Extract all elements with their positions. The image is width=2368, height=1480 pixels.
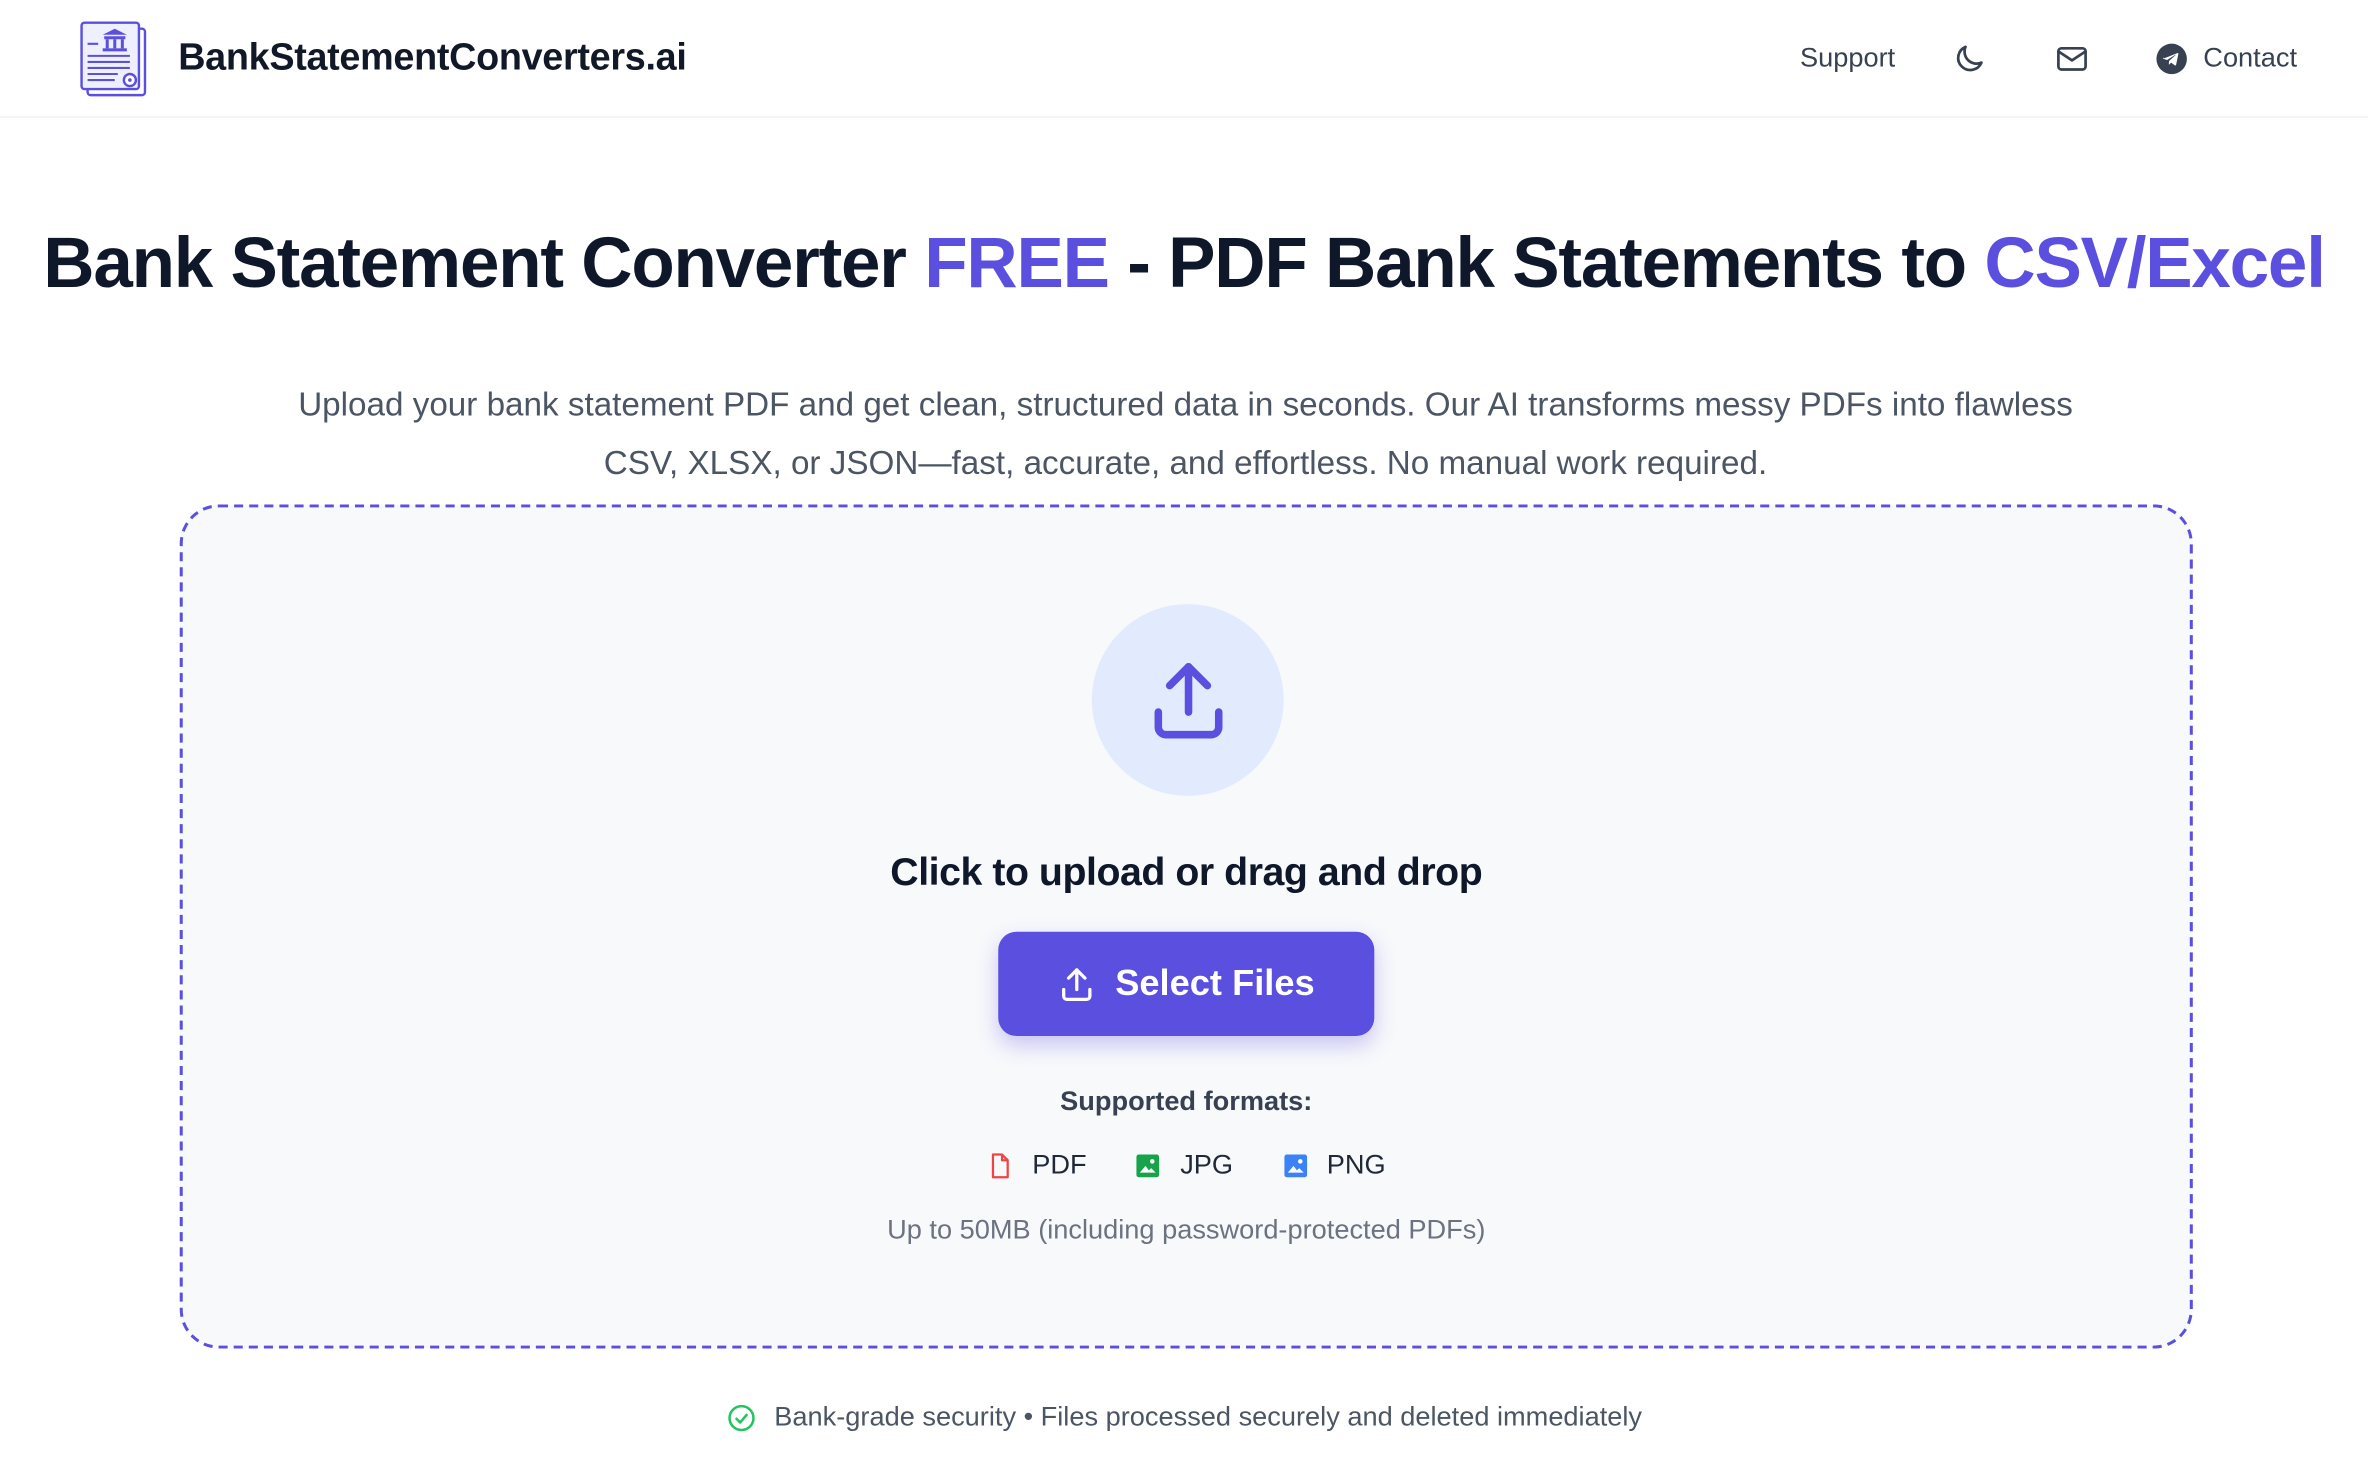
top-nav: Support Contact — [1800, 39, 2297, 78]
nav-support-link[interactable]: Support — [1800, 42, 1895, 74]
title-accent-csv-excel: CSV/Excel — [1984, 221, 2326, 303]
supported-formats-list: PDF JPG PNG — [183, 1149, 2190, 1181]
page-subtitle: Upload your bank statement PDF and get c… — [298, 385, 2073, 482]
format-png-label: PNG — [1326, 1149, 1386, 1180]
format-jpg: JPG — [1135, 1149, 1233, 1181]
telegram-icon — [2156, 42, 2187, 74]
moon-icon — [1956, 44, 1983, 71]
contact-label: Contact — [2203, 42, 2298, 73]
check-circle-icon — [727, 1404, 755, 1431]
contact-link[interactable]: Contact — [2155, 42, 2297, 75]
supported-formats-label: Supported formats: — [1060, 1085, 1313, 1117]
image-icon — [1137, 1153, 1160, 1177]
format-pdf-label: PDF — [1032, 1149, 1087, 1180]
upload-icon — [1153, 662, 1222, 738]
format-jpg-label: JPG — [1180, 1149, 1234, 1180]
mail-icon — [2056, 46, 2087, 71]
brand[interactable]: BankStatementConverters.ai — [79, 19, 687, 98]
image-icon — [1283, 1153, 1307, 1177]
format-pdf: PDF — [987, 1149, 1087, 1181]
select-files-button[interactable]: Select Files — [998, 931, 1375, 1036]
upload-icon-circle — [1091, 604, 1284, 796]
dark-mode-toggle[interactable] — [1950, 39, 1989, 78]
file-pdf-icon — [992, 1152, 1010, 1178]
upload-icon — [1062, 967, 1093, 1001]
upload-instruction: Click to upload or drag and drop — [890, 848, 1483, 895]
select-files-label: Select Files — [1115, 962, 1315, 1004]
security-text: Bank-grade security • Files processed se… — [774, 1401, 1643, 1432]
upload-dropzone[interactable]: Click to upload or drag and drop Select … — [179, 504, 2193, 1349]
brand-name: BankStatementConverters.ai — [178, 36, 687, 79]
title-part-2: - PDF Bank Statements to — [1108, 221, 1985, 303]
file-size-limit: Up to 50MB (including password-protected… — [887, 1214, 1486, 1245]
title-part-1: Bank Statement Converter — [43, 221, 925, 303]
title-accent-free: FREE — [924, 221, 1110, 303]
email-button[interactable] — [2052, 39, 2091, 78]
security-note: Bank-grade security • Files processed se… — [0, 1401, 2368, 1433]
page-title: Bank Statement Converter FREE - PDF Bank… — [0, 220, 2368, 303]
site-header: BankStatementConverters.ai Support Conta… — [0, 0, 2368, 118]
bank-document-logo-icon — [80, 20, 147, 96]
format-png: PNG — [1281, 1149, 1386, 1181]
